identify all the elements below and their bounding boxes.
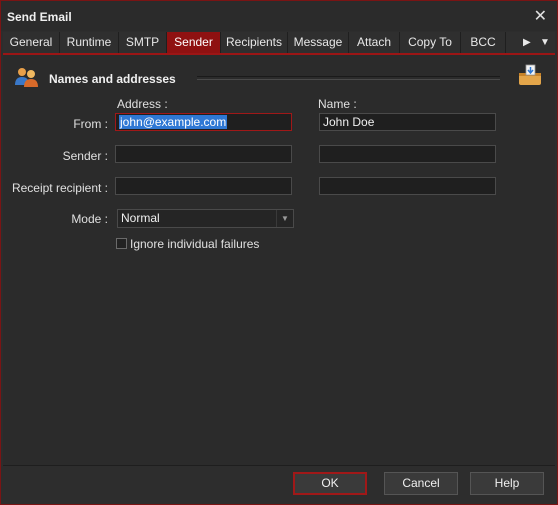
from-name-field[interactable]: John Doe: [319, 113, 496, 131]
mode-value: Normal: [121, 211, 160, 225]
people-icon: [15, 68, 38, 87]
tab-sender[interactable]: Sender: [167, 32, 221, 53]
title-bar: Send Email ✕: [1, 1, 557, 31]
tab-general[interactable]: General: [3, 32, 60, 53]
window-title: Send Email: [7, 10, 72, 24]
tab-message[interactable]: Message: [288, 32, 349, 53]
tab-recipients[interactable]: Recipients: [221, 32, 288, 53]
sender-label: Sender :: [62, 149, 108, 163]
ok-button[interactable]: OK: [293, 472, 367, 495]
close-icon[interactable]: ✕: [534, 6, 547, 26]
ignore-failures-checkbox[interactable]: [116, 238, 127, 249]
name-header: Name :: [318, 97, 357, 111]
chevron-down-icon[interactable]: ▼: [276, 210, 293, 227]
from-address-field[interactable]: john@example.com: [115, 113, 292, 131]
sender-name-field[interactable]: [319, 145, 496, 163]
tab-scroll-right-icon[interactable]: ▶: [523, 32, 531, 53]
tab-menu-icon[interactable]: ▼: [540, 32, 550, 53]
tab-strip: General Runtime SMTP Sender Recipients M…: [3, 32, 555, 55]
mail-tray-icon[interactable]: [517, 63, 543, 87]
receipt-recipient-label: Receipt recipient :: [11, 181, 108, 195]
tab-copy-to[interactable]: Copy To: [400, 32, 461, 53]
ignore-failures-label[interactable]: Ignore individual failures: [130, 237, 259, 251]
mode-label: Mode :: [71, 212, 108, 226]
sender-panel: Names and addresses Address : Name : Fro…: [3, 55, 555, 465]
from-label: From :: [73, 117, 108, 131]
tab-runtime[interactable]: Runtime: [60, 32, 119, 53]
section-title: Names and addresses: [49, 72, 176, 86]
section-divider: [197, 76, 500, 80]
help-button[interactable]: Help: [470, 472, 544, 495]
tab-attach[interactable]: Attach: [349, 32, 400, 53]
receipt-name-field[interactable]: [319, 177, 496, 195]
cancel-button[interactable]: Cancel: [384, 472, 458, 495]
tab-bcc[interactable]: BCC: [461, 32, 506, 53]
mode-select[interactable]: Normal ▼: [117, 209, 294, 228]
from-address-value: john@example.com: [119, 115, 228, 129]
dialog-window: Send Email ✕ General Runtime SMTP Sender…: [0, 0, 558, 505]
sender-address-field[interactable]: [115, 145, 292, 163]
receipt-address-field[interactable]: [115, 177, 292, 195]
address-header: Address :: [117, 97, 168, 111]
button-bar: OK Cancel Help: [3, 465, 555, 504]
tab-smtp[interactable]: SMTP: [119, 32, 167, 53]
